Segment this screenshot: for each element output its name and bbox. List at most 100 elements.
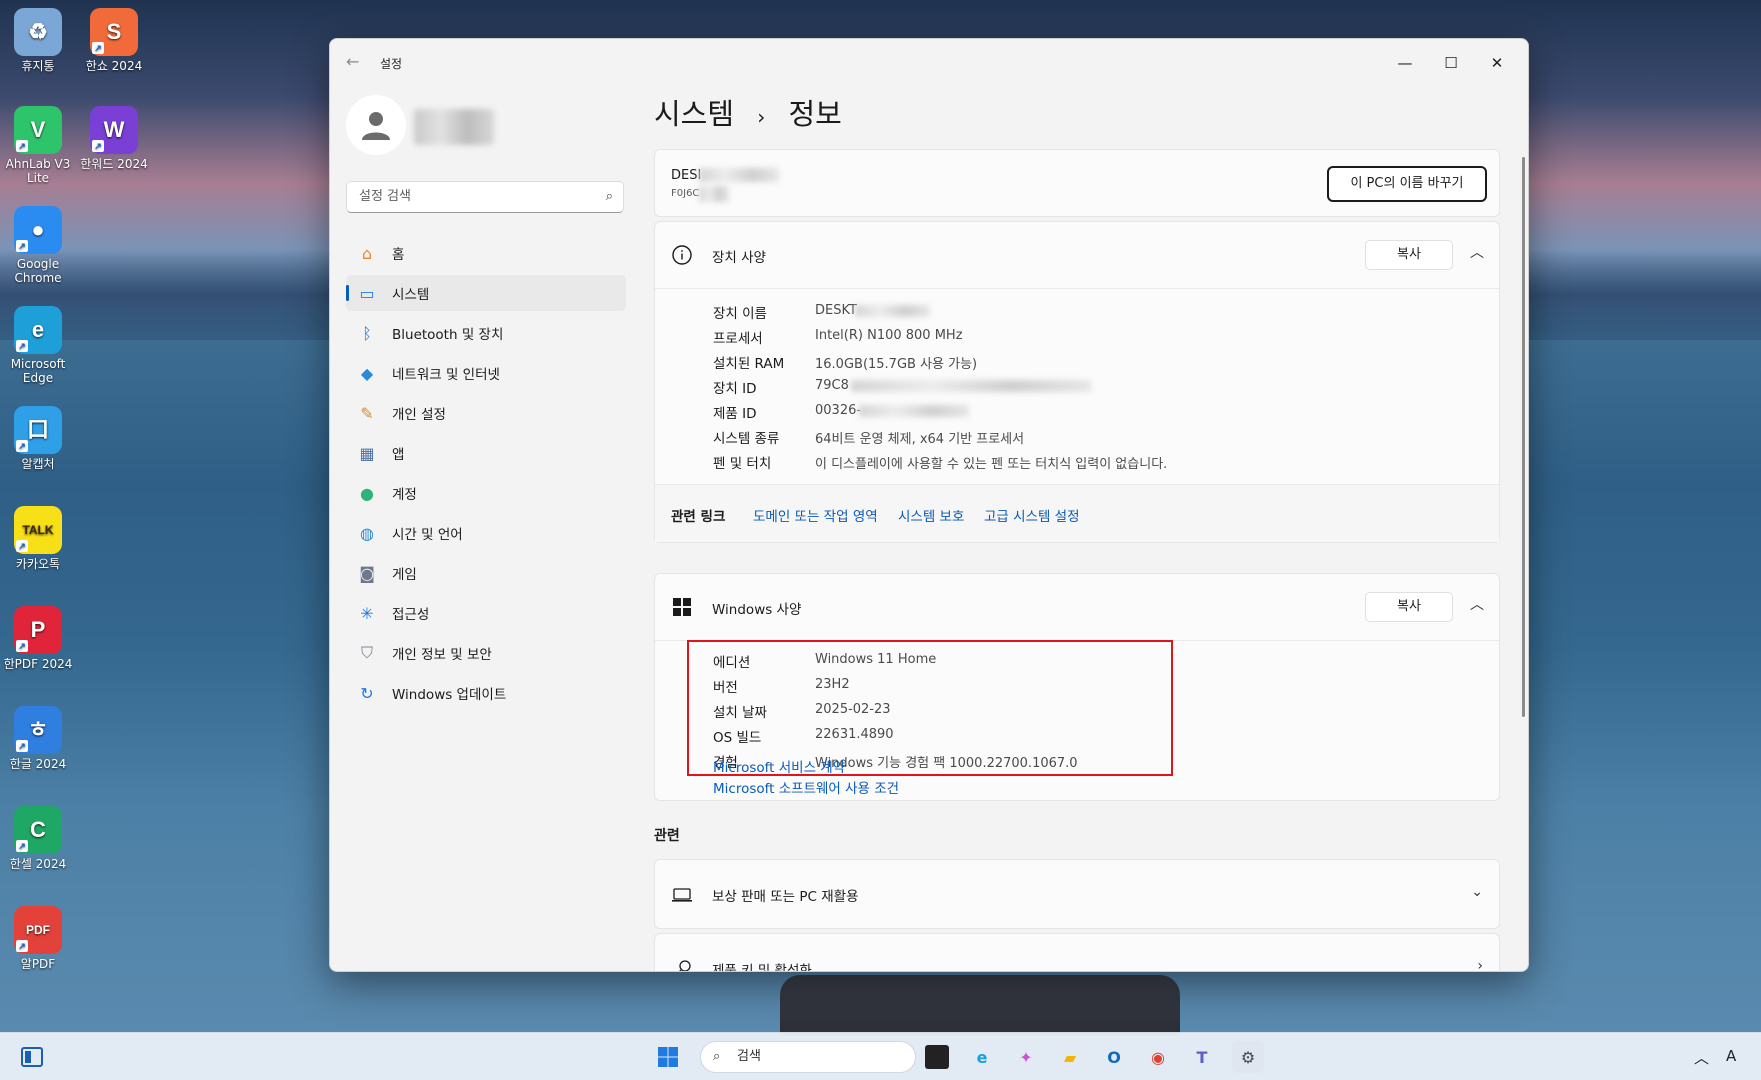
device-model-redacted <box>699 186 729 202</box>
sidebar-item[interactable]: ◆ 네트워크 및 인터넷 <box>346 355 626 391</box>
teams-icon[interactable]: T <box>1186 1041 1218 1073</box>
sidebar-item[interactable]: ▭ 시스템 <box>346 275 626 311</box>
home-icon: ⌂ <box>361 243 373 263</box>
windows-specs-header[interactable]: Windows 사양 복사 ︿ <box>655 574 1499 640</box>
app-icon: S ↗ <box>90 8 138 56</box>
desktop-icon[interactable]: ♻ 휴지통 <box>0 8 78 73</box>
copy-device-specs-button[interactable]: 복사 <box>1365 240 1453 270</box>
desktop-icon[interactable]: P ↗ 한PDF 2024 <box>0 606 78 671</box>
maximize-button[interactable]: ☐ <box>1436 49 1466 77</box>
sidebar-nav: ⌂ 홈 ▭ 시스템 ᛒ Bluetooth 및 장치 ◆ 네트워크 및 인터넷 ✎ 개인 설정 ▦ 앱… <box>346 235 626 715</box>
sidebar-item-label: 홈 <box>392 247 405 263</box>
related-section-title: 관련 <box>654 828 680 844</box>
breadcrumb-separator: › <box>757 105 766 129</box>
link-ms-services-agreement[interactable]: Microsoft 서비스 계약 <box>713 756 845 776</box>
link-domain-workgroup[interactable]: 도메인 또는 작업 영역 <box>753 505 878 525</box>
task-view-icon[interactable] <box>925 1045 949 1069</box>
sidebar-item-label: 시간 및 언어 <box>392 527 463 543</box>
desktop-icon[interactable]: TALK ↗ 카카오톡 <box>0 506 78 571</box>
link-advanced-system-settings[interactable]: 고급 시스템 설정 <box>984 505 1080 525</box>
desktop-icon-label: 한글 2024 <box>9 757 67 771</box>
desktop-icon[interactable]: ㅎ ↗ 한글 2024 <box>0 706 78 771</box>
sidebar-item[interactable]: ↻ Windows 업데이트 <box>346 675 626 711</box>
taskbar-search-input[interactable]: ⌕ 검색 <box>700 1041 916 1073</box>
shortcut-arrow-icon: ↗ <box>16 840 28 852</box>
related-card-product-key[interactable]: 제품 키 및 활성화 › <box>654 933 1500 971</box>
spec-key: 장치 이름 <box>713 306 767 322</box>
sidebar-item[interactable]: ▦ 앱 <box>346 435 626 471</box>
sidebar-item[interactable]: ✎ 개인 설정 <box>346 395 626 431</box>
chevron-up-icon[interactable]: ︿ <box>1467 594 1487 614</box>
ime-indicator[interactable]: A <box>1726 1047 1736 1065</box>
sidebar-item-label: 시스템 <box>392 287 430 303</box>
laptop-icon <box>672 888 692 902</box>
desktop-icon[interactable]: S ↗ 한쇼 2024 <box>74 8 154 73</box>
back-arrow-icon[interactable]: ← <box>346 52 359 71</box>
app-glyph: S <box>106 19 122 44</box>
sidebar-item[interactable]: ⌂ 홈 <box>346 235 626 271</box>
device-specs-header[interactable]: 장치 사양 복사 ︿ <box>655 222 1499 288</box>
minimize-button[interactable]: — <box>1390 49 1420 77</box>
desktop-icon[interactable]: 口 ↗ 알캡처 <box>0 406 78 471</box>
spec-value: 64비트 운영 체제, x64 기반 프로세서 <box>815 432 1025 447</box>
globe-icon: ◍ <box>360 523 374 543</box>
app-icon: TALK ↗ <box>14 506 62 554</box>
shortcut-arrow-icon: ↗ <box>16 240 28 252</box>
spec-key: 시스템 종류 <box>713 431 780 447</box>
shortcut-arrow-icon: ↗ <box>92 140 104 152</box>
avatar[interactable] <box>346 95 406 155</box>
shortcut-arrow-icon: ↗ <box>16 440 28 452</box>
spec-key: 펜 및 터치 <box>713 456 772 472</box>
sidebar-item[interactable]: ᛒ Bluetooth 및 장치 <box>346 315 626 351</box>
widgets-icon[interactable] <box>16 1041 48 1073</box>
start-button[interactable] <box>652 1041 684 1073</box>
desktop-icon[interactable]: W ↗ 한워드 2024 <box>74 106 154 171</box>
link-ms-software-license[interactable]: Microsoft 소프트웨어 사용 조건 <box>713 777 899 797</box>
chevron-up-icon[interactable]: ︿ <box>1694 1047 1709 1068</box>
shield-icon: ⛉ <box>360 643 373 662</box>
related-card-tradein[interactable]: 보상 판매 또는 PC 재활용 ⌄ <box>654 859 1500 929</box>
app-icon: P ↗ <box>14 606 62 654</box>
settings-gear-icon[interactable]: ⚙ <box>1232 1041 1264 1073</box>
desktop-icon[interactable]: PDF ↗ 알PDF <box>0 906 78 971</box>
desktop-icon[interactable]: V ↗ AhnLab V3 Lite <box>0 106 78 185</box>
device-header-card: DESI F0J6C 이 PC의 이름 바꾸기 <box>654 149 1500 217</box>
sidebar-item[interactable]: ◍ 시간 및 언어 <box>346 515 626 551</box>
file-explorer-icon[interactable]: ▰ <box>1054 1041 1086 1073</box>
sidebar-item[interactable]: ✳ 접근성 <box>346 595 626 631</box>
desktop-icon[interactable]: C ↗ 한셀 2024 <box>0 806 78 871</box>
desktop-icon[interactable]: ● ↗ Google Chrome <box>0 206 78 285</box>
sidebar-item-label: 게임 <box>392 567 417 583</box>
copilot-icon[interactable]: ✦ <box>1010 1041 1042 1073</box>
desktop-icon-label: 알캡처 <box>21 457 55 471</box>
info-icon <box>672 245 692 265</box>
breadcrumb-parent[interactable]: 시스템 <box>654 97 734 131</box>
desktop-icon-label: 카카오톡 <box>15 557 61 571</box>
rename-pc-button[interactable]: 이 PC의 이름 바꾸기 <box>1327 166 1487 202</box>
settings-search-input[interactable]: 설정 검색 ⌕ <box>346 181 624 213</box>
spec-value: 16.0GB(15.7GB 사용 가능) <box>815 357 978 372</box>
app-glyph: ♻ <box>28 19 48 44</box>
link-system-protection[interactable]: 시스템 보호 <box>898 505 964 525</box>
app-glyph: e <box>31 317 45 342</box>
scrollbar[interactable] <box>1522 157 1525 717</box>
sidebar-item-label: 계정 <box>392 487 417 503</box>
app-glyph: P <box>30 617 46 642</box>
sidebar-item[interactable]: ⛉ 개인 정보 및 보안 <box>346 635 626 671</box>
sidebar-item[interactable]: ● 계정 <box>346 475 626 511</box>
desktop-icon-label: 한PDF 2024 <box>3 657 73 671</box>
outlook-icon[interactable]: O <box>1098 1041 1130 1073</box>
desktop-icon-label: AhnLab V3 Lite <box>5 157 71 185</box>
taskbar: ⌕ 검색 e ✦ ▰ O ◉ T ⚙ ︿ A <box>0 1032 1761 1080</box>
copy-windows-specs-button[interactable]: 복사 <box>1365 592 1453 622</box>
app-glyph: ● <box>31 217 45 242</box>
close-button[interactable]: ✕ <box>1482 49 1512 77</box>
chrome-icon[interactable]: ◉ <box>1142 1041 1174 1073</box>
spec-row: 시스템 종류 64비트 운영 체제, x64 기반 프로세서 <box>655 424 1499 449</box>
app-glyph: ㅎ <box>27 717 49 742</box>
edge-icon[interactable]: e <box>966 1041 998 1073</box>
chevron-up-icon[interactable]: ︿ <box>1467 242 1487 262</box>
desktop-icon[interactable]: e ↗ Microsoft Edge <box>0 306 78 385</box>
sidebar-item[interactable]: ◙ 게임 <box>346 555 626 591</box>
spec-key: 설치된 RAM <box>713 356 785 372</box>
